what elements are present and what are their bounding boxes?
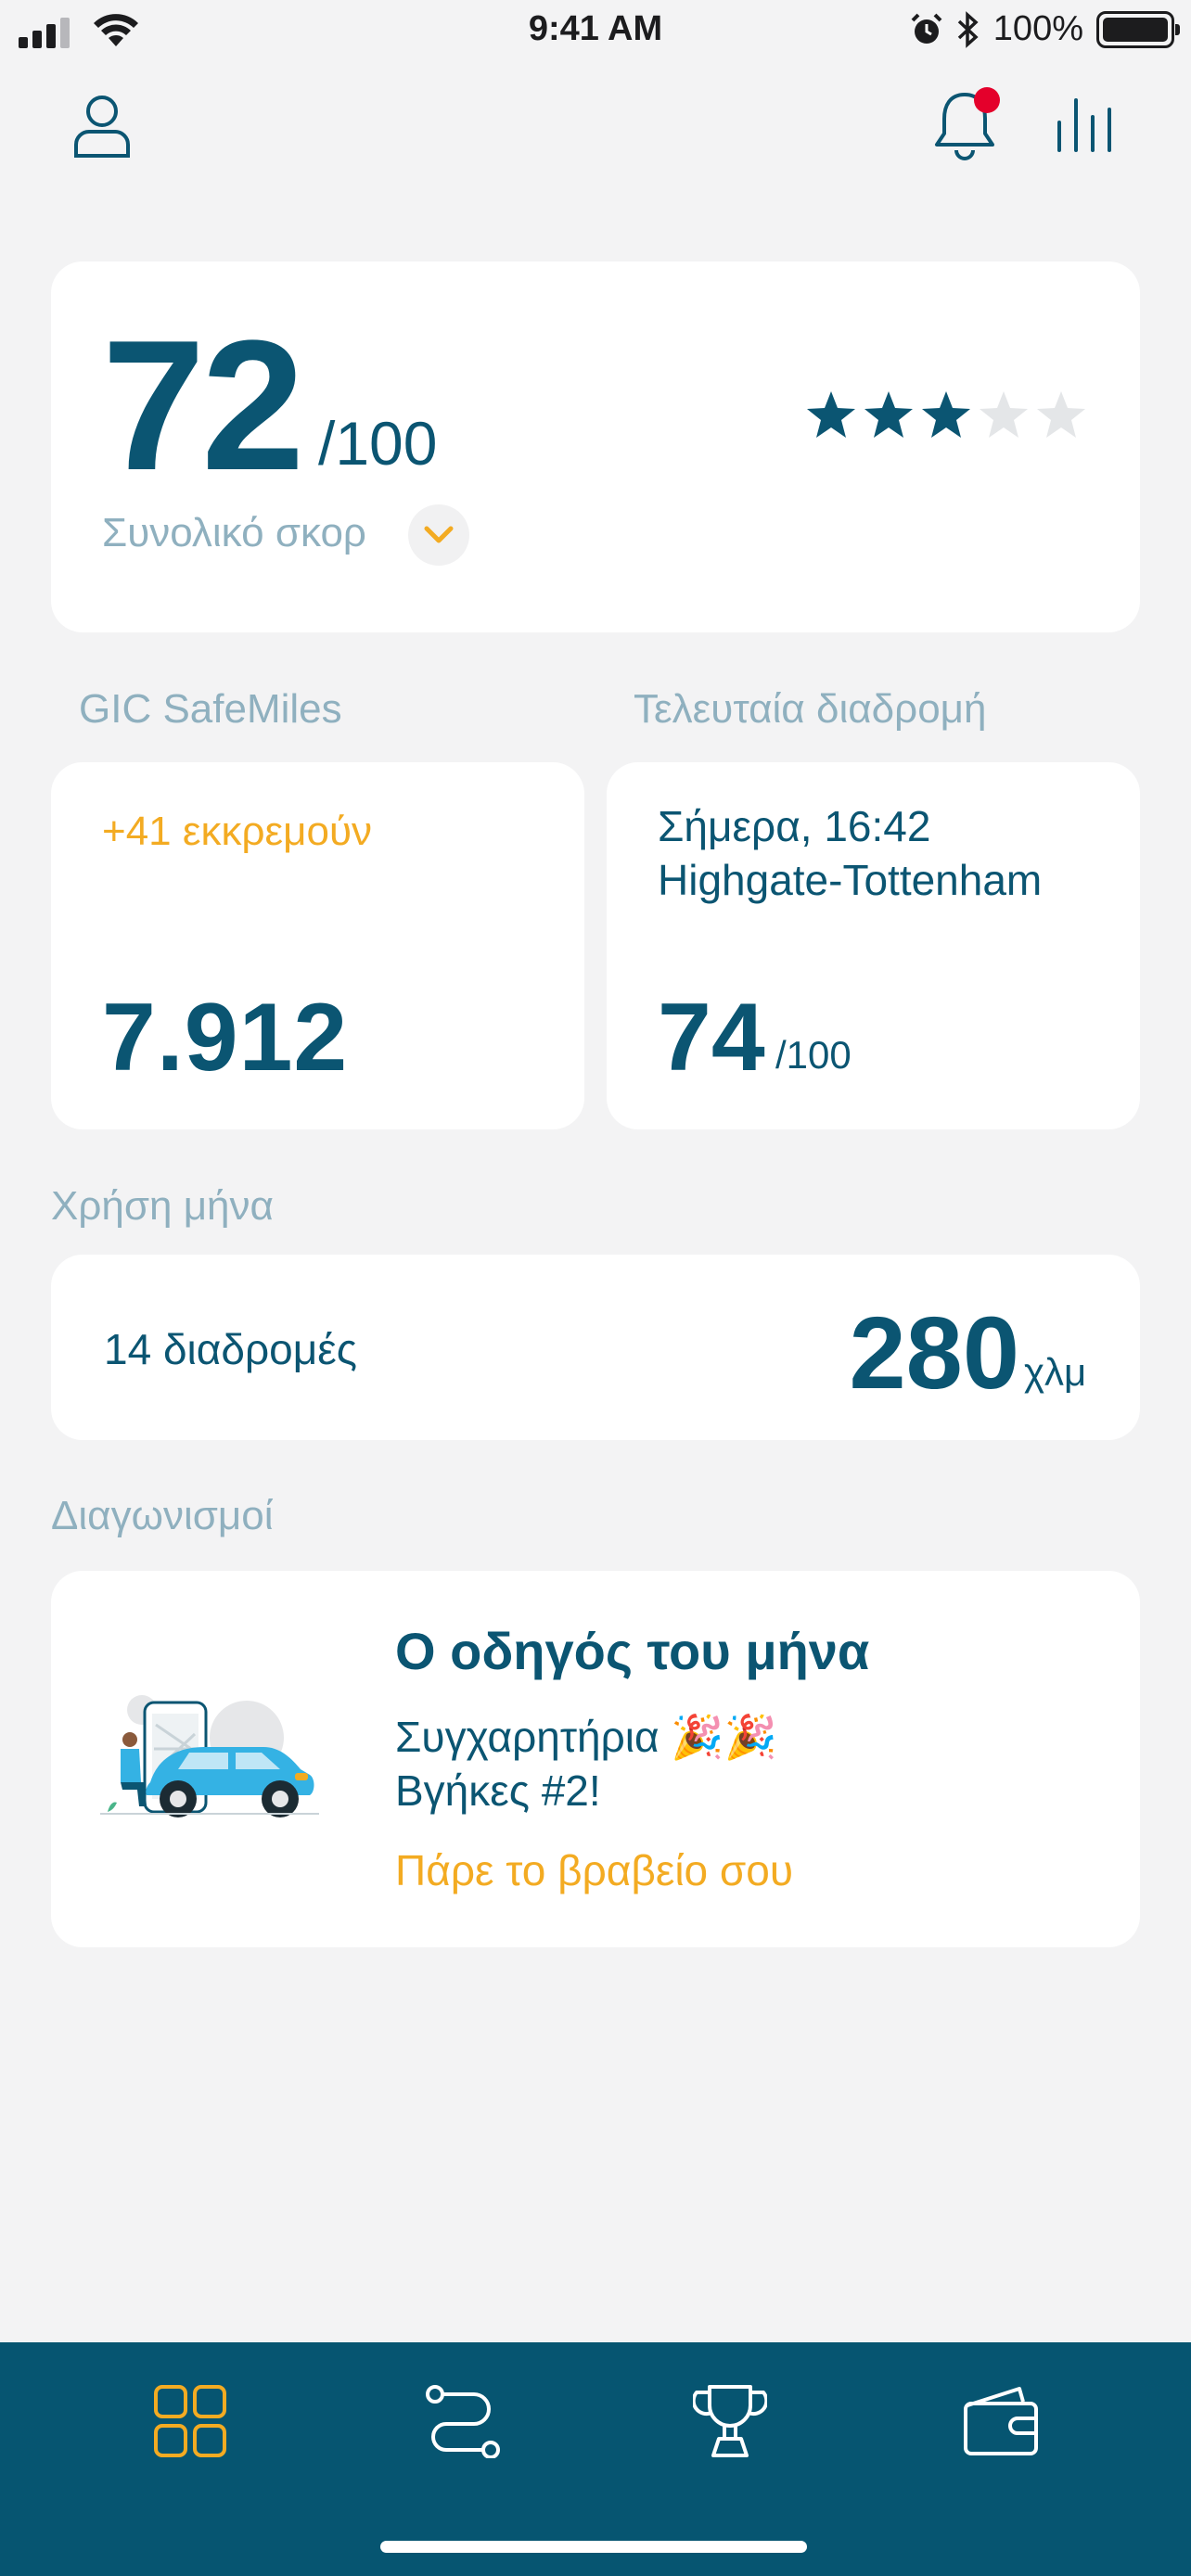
chevron-down-icon: [424, 526, 454, 543]
tab-competitions[interactable]: [688, 2379, 772, 2463]
competitions-section-title: Διαγωνισμοί: [51, 1493, 274, 1538]
wallet-icon: [964, 2387, 1038, 2455]
tab-wallet[interactable]: [959, 2379, 1043, 2463]
car-illustration: [100, 1695, 319, 1817]
safemiles-value: 7.912: [102, 984, 349, 1091]
trophy-icon: [693, 2385, 767, 2457]
overall-score-label: Συνολικό σκορ: [102, 510, 366, 555]
home-indicator: [380, 2541, 807, 2553]
route-icon: [426, 2385, 500, 2458]
star-filled-icon: [864, 391, 913, 438]
tab-trips[interactable]: [419, 2379, 503, 2463]
battery-icon: [1096, 10, 1180, 48]
last-trip-route: Highgate-Tottenham: [658, 856, 1043, 904]
claim-prize-link[interactable]: Πάρε το βραβείο σου: [395, 1845, 793, 1895]
last-trip-info: Σήμερα, 16:42 Highgate-Tottenham: [658, 799, 1042, 907]
last-trip-score: 74: [658, 984, 765, 1091]
monthly-trips-count: 14 διαδρομές: [104, 1325, 357, 1373]
star-filled-icon: [922, 391, 970, 438]
notifications-button[interactable]: [931, 87, 1005, 161]
bluetooth-icon: [957, 10, 979, 48]
stats-icon[interactable]: [1056, 96, 1122, 154]
last-trip-section-title: Τελευταία διαδρομή: [634, 686, 987, 732]
notification-badge: [974, 87, 1000, 113]
tab-home[interactable]: [148, 2379, 232, 2463]
overall-score-value: 72: [102, 302, 304, 509]
battery-percentage: 100%: [992, 9, 1083, 48]
alarm-icon: [911, 13, 942, 44]
profile-icon[interactable]: [72, 93, 132, 159]
competition-rank: Βγήκες #2!: [395, 1766, 601, 1815]
last-trip-score-max: /100: [775, 1033, 852, 1077]
last-trip-time: Σήμερα, 16:42: [658, 802, 931, 850]
overall-score-max: /100: [318, 409, 438, 478]
star-rating: [805, 389, 1087, 441]
competition-title: Ο οδηγός του μήνα: [395, 1622, 870, 1680]
competition-congrats: Συγχαρητήρια 🎉🎉: [395, 1713, 777, 1761]
home-grid-icon: [154, 2385, 226, 2457]
star-filled-icon: [807, 391, 855, 438]
monthly-usage-section-title: Χρήση μήνα: [51, 1183, 274, 1229]
star-empty-icon: [1037, 391, 1085, 438]
safemiles-pending: +41 εκκρεμούν: [102, 809, 373, 854]
star-empty-icon: [980, 391, 1028, 438]
status-bar: 9:41 AM 100%: [0, 0, 1191, 65]
monthly-distance-value: 280: [849, 1296, 1019, 1410]
score-expand-button[interactable]: [408, 504, 469, 566]
safemiles-section-title: GIC SafeMiles: [79, 686, 342, 732]
monthly-distance-unit: χλμ: [1024, 1350, 1087, 1394]
